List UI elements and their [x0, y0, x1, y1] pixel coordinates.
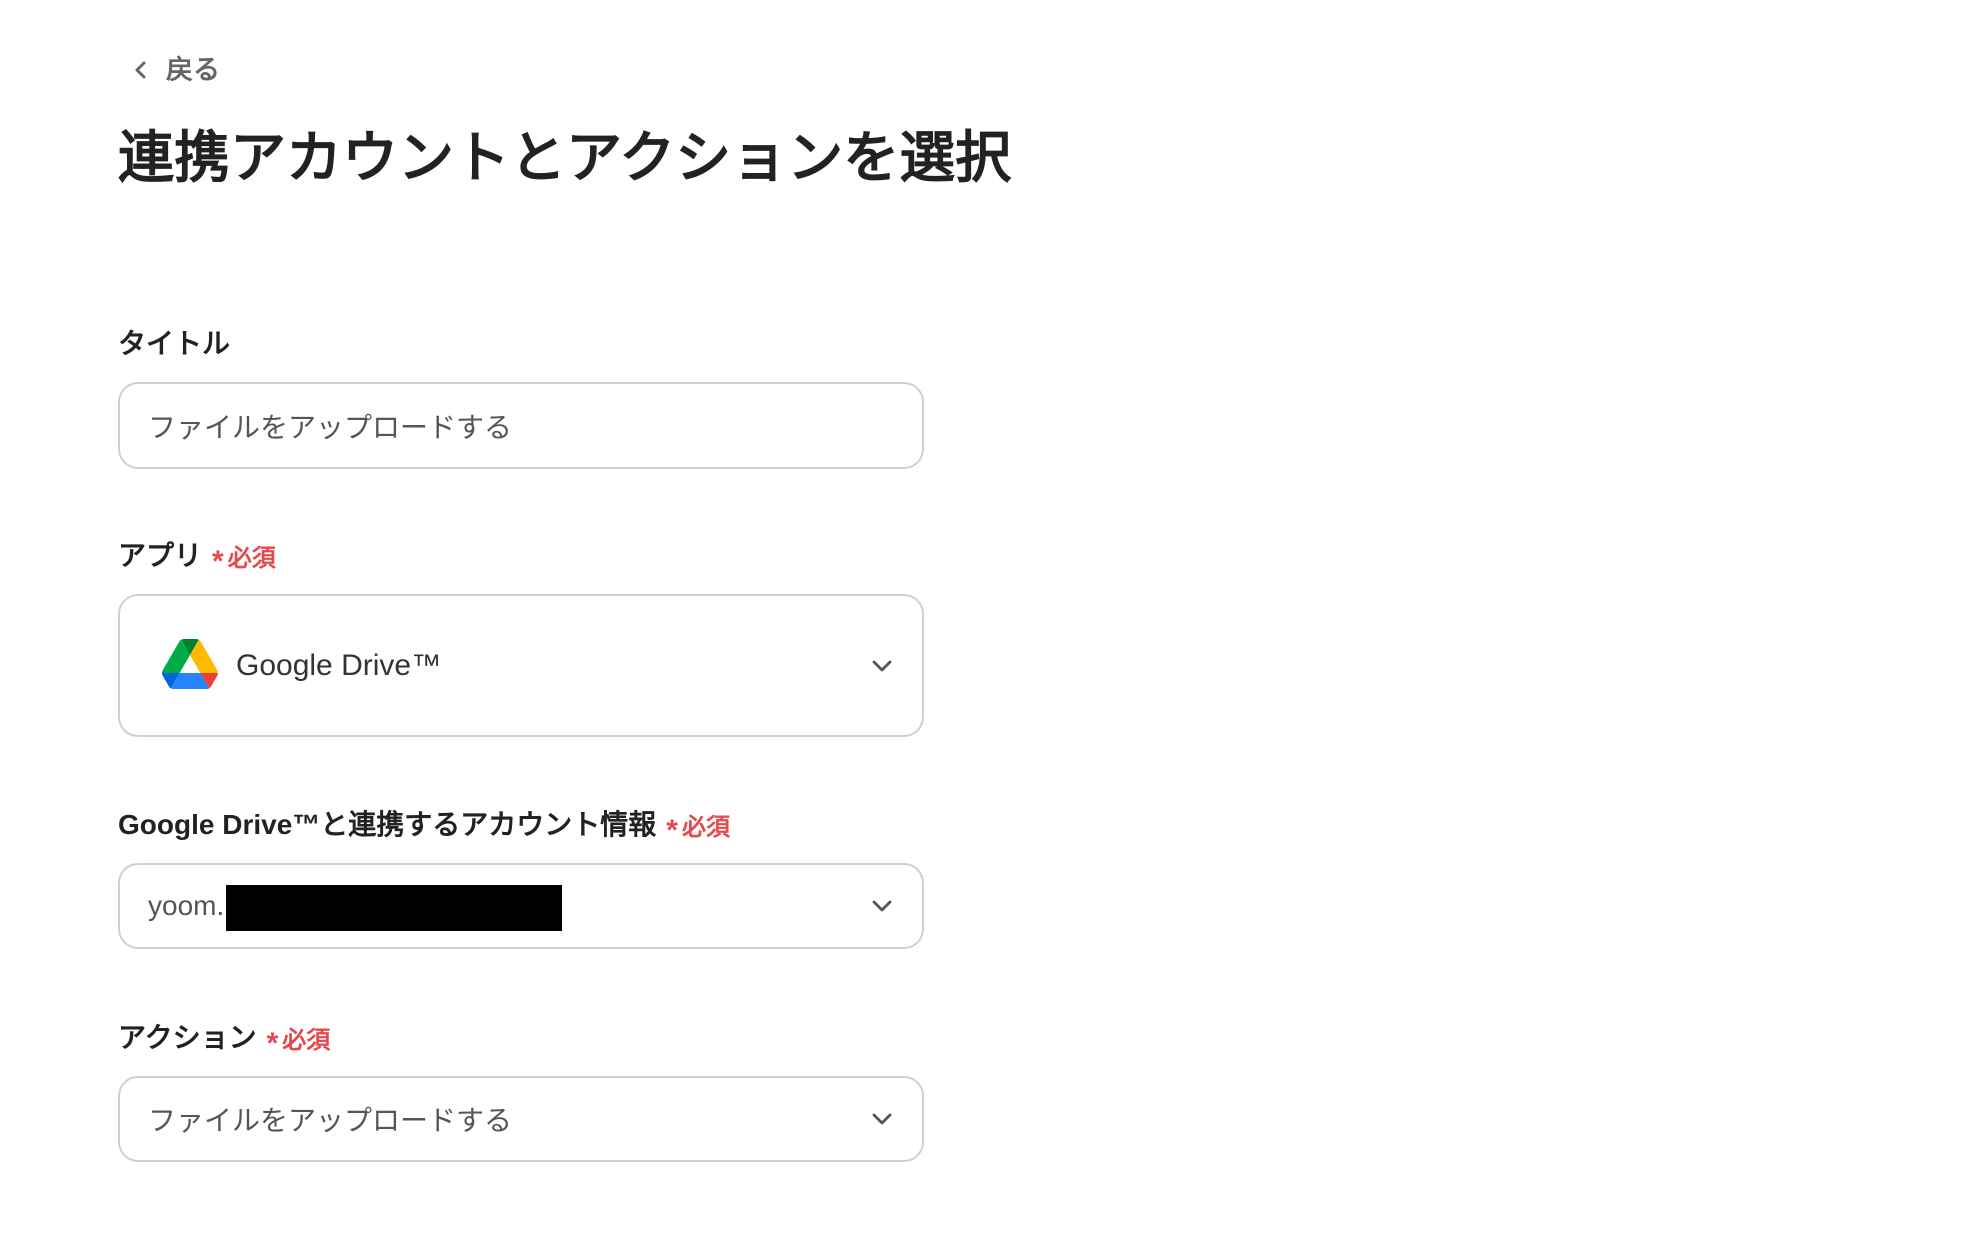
title-input-value: ファイルをアップロードする: [148, 411, 513, 443]
app-select-value: Google Drive™: [236, 648, 442, 682]
required-badge: 必須: [227, 545, 276, 572]
required-badge: 必須: [681, 814, 730, 841]
back-label: 戻る: [166, 55, 220, 85]
required-badge: 必須: [282, 1027, 331, 1054]
chevron-down-icon: [871, 899, 893, 913]
page-title: 連携アカウントとアクションを選択: [118, 126, 1012, 189]
title-input[interactable]: ファイルをアップロードする: [118, 382, 924, 469]
account-label-text: Google Drive™と連携するアカウント情報: [118, 809, 657, 840]
required-asterisk: *: [666, 814, 678, 847]
action-label-text: アクション: [118, 1022, 257, 1053]
google-drive-icon: [162, 639, 218, 689]
chevron-down-icon: [871, 659, 893, 673]
back-link[interactable]: 戻る: [133, 54, 220, 86]
app-select[interactable]: Google Drive™: [118, 594, 924, 737]
required-asterisk: *: [212, 545, 224, 578]
required-asterisk: *: [266, 1027, 279, 1060]
account-select-value-wrap: yoom.: [148, 865, 563, 947]
title-field-label: タイトル: [118, 326, 230, 362]
title-label-text: タイトル: [118, 328, 231, 359]
chevron-left-icon: [133, 60, 149, 80]
page: 戻る 連携アカウントとアクションを選択 タイトル ファイルをアップロードする ア…: [0, 0, 1962, 1240]
account-field-label: Google Drive™と連携するアカウント情報 * 必須: [118, 807, 730, 847]
chevron-down-icon: [871, 1112, 893, 1126]
account-select-value: yoom.: [148, 890, 225, 921]
redaction-block: [226, 885, 563, 931]
account-select[interactable]: yoom.: [118, 863, 924, 949]
action-field-label: アクション * 必須: [118, 1020, 331, 1060]
app-field-label: アプリ * 必須: [118, 538, 276, 578]
app-label-text: アプリ: [118, 540, 203, 571]
action-select[interactable]: ファイルをアップロードする: [118, 1076, 924, 1162]
action-select-value: ファイルをアップロードする: [148, 1105, 513, 1136]
